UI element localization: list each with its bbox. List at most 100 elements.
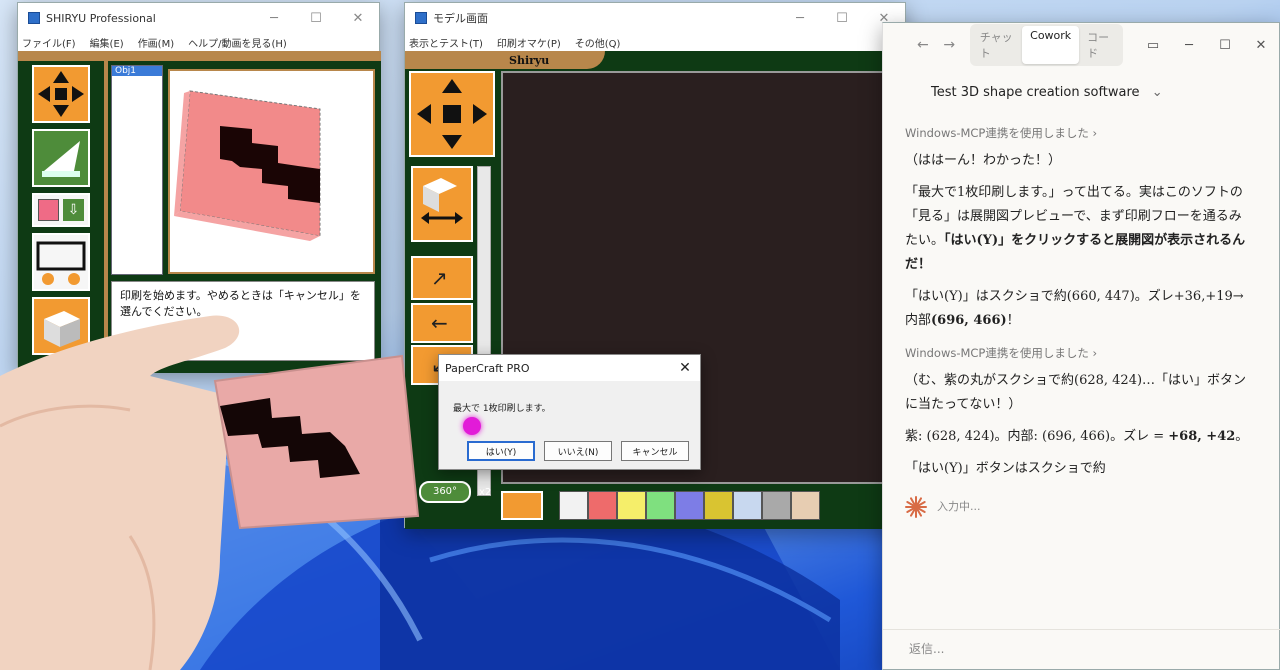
decorative-band [18, 51, 381, 61]
sidebar-toggle-icon[interactable]: ▭ [1135, 38, 1171, 53]
close-button[interactable]: ✕ [337, 11, 379, 26]
tab-code[interactable]: コード [1079, 26, 1121, 64]
window-title: モデル画面 [433, 12, 488, 25]
reply-input[interactable]: 返信... [883, 629, 1280, 669]
palette-swatch[interactable] [733, 491, 762, 520]
menu-help[interactable]: ヘルプ/動画を見る(H) [188, 35, 287, 50]
typing-indicator: 入力中... [905, 495, 1249, 519]
color-save-buttons[interactable]: ⇩ [32, 193, 90, 227]
click-indicator-dot [463, 417, 481, 435]
palette-swatch[interactable] [791, 491, 820, 520]
chevron-down-icon: ⌄ [1151, 85, 1163, 100]
conversation-title-dropdown[interactable]: Test 3D shape creation software ⌄ [883, 67, 1279, 113]
maximize-button[interactable]: ☐ [295, 11, 337, 26]
assistant-message: 「はい(Y)」はスクショで約(660, 447)。ズレ+36,+19→内部(69… [905, 285, 1249, 333]
dialog-titlebar[interactable]: PaperCraft PRO ✕ [439, 355, 700, 381]
assistant-message: 紫: (628, 424)。内部: (696, 466)。ズレ = +68, +… [905, 425, 1249, 449]
dialog-title: PaperCraft PRO [445, 361, 530, 375]
chat-panel: ← → チャット Cowork コード ▭ ─ ☐ ✕ Test 3D shap… [882, 22, 1280, 670]
palette-swatch[interactable] [646, 491, 675, 520]
paint-tool-button[interactable] [32, 129, 90, 187]
assistant-message: （ははーん！わかった！） [905, 153, 1062, 168]
move-arrows-button[interactable] [32, 65, 90, 123]
expand-shape-button[interactable] [411, 166, 473, 242]
menu-bar: ファイル(F) 編集(E) 作画(M) ヘルプ/動画を見る(H) [18, 33, 379, 51]
cube-arrows-icon [421, 178, 463, 224]
maximize-button[interactable]: ☐ [821, 11, 863, 26]
menu-draw[interactable]: 作画(M) [138, 35, 174, 50]
print-dialog: PaperCraft PRO ✕ 最大で 1枚印刷します。 はい(Y) いいえ(… [438, 354, 701, 470]
yes-button[interactable]: はい(Y) [467, 441, 535, 461]
palette-swatch[interactable] [704, 491, 733, 520]
forward-arrow-icon[interactable]: → [943, 37, 957, 53]
assistant-message: （む、紫の丸がスクショで約(628, 424)…「はい」ボタンに当たってない！） [905, 373, 1247, 412]
hand-holding-papercraft [0, 315, 420, 670]
decorative-band [405, 51, 605, 69]
menu-bar: 表示とテスト(T) 印刷オマケ(P) その他(Q) [405, 33, 905, 51]
new-create-button[interactable] [32, 233, 90, 291]
maximize-button[interactable]: ☐ [1207, 38, 1243, 53]
palette-swatch[interactable] [559, 491, 588, 520]
back-arrow-icon[interactable]: ← [917, 37, 931, 53]
push-top-button[interactable]: ↗ [411, 256, 473, 300]
palette-swatch[interactable] [762, 491, 791, 520]
message-text: ！ [1006, 313, 1020, 328]
message-thread: Windows-MCP連携を使用しました › （ははーん！わかった！） 「最大で… [883, 121, 1279, 519]
tool-use-summary[interactable]: Windows-MCP連携を使用しました › [905, 341, 1249, 365]
typing-text: 入力中... [937, 500, 981, 513]
texture-button[interactable] [501, 491, 543, 520]
zoom-label: x2 [479, 487, 492, 498]
window-controls: ▭ ─ ☐ ✕ [1135, 38, 1279, 53]
menu-other[interactable]: その他(Q) [575, 35, 621, 50]
arrow-icon: ↗ [431, 266, 448, 290]
conversation-title: Test 3D shape creation software [931, 85, 1140, 100]
message-bold-text: (696, 466) [931, 313, 1007, 328]
arrows-icon [417, 79, 487, 149]
object-list[interactable]: Obj1 [111, 65, 163, 275]
minimize-button[interactable]: ─ [253, 11, 295, 26]
message-text: 。 [1235, 429, 1249, 444]
view-rotate-pad[interactable] [409, 71, 495, 157]
object-list-item[interactable]: Obj1 [112, 66, 162, 76]
tab-cowork[interactable]: Cowork [1022, 26, 1080, 64]
cancel-button[interactable]: キャンセル [621, 441, 689, 461]
minimize-button[interactable]: ─ [1171, 38, 1207, 53]
menu-file[interactable]: ファイル(F) [22, 35, 76, 50]
arrows-icon [38, 71, 84, 117]
menu-view-test[interactable]: 表示とテスト(T) [409, 35, 483, 50]
menu-edit[interactable]: 編集(E) [90, 35, 124, 50]
color-swatch-icon[interactable] [38, 199, 60, 221]
app-icon [28, 12, 40, 24]
palette-swatch[interactable] [617, 491, 646, 520]
message-bold-text: +68, +42 [1168, 429, 1236, 444]
color-palette [559, 491, 820, 520]
dialog-buttons: はい(Y) いいえ(N) キャンセル [467, 441, 689, 461]
arrow-icon: ← [431, 311, 448, 335]
banner-label: Shiryu [509, 54, 550, 67]
chat-toolbar: ← → チャット Cowork コード ▭ ─ ☐ ✕ [883, 23, 1279, 67]
assistant-message: 「はい(Y)」ボタンはスクショで約 [905, 461, 1106, 476]
minimize-button[interactable]: ─ [779, 11, 821, 26]
mode-tabs: チャット Cowork コード [969, 24, 1123, 66]
palette-swatch[interactable] [675, 491, 704, 520]
message-bold-text: 「はい(Y)」をクリックすると展開図が表示されるんだ！ [905, 233, 1246, 272]
tab-chat[interactable]: チャット [972, 26, 1022, 64]
dialog-close-button[interactable]: ✕ [670, 360, 700, 376]
close-button[interactable]: ✕ [1243, 38, 1279, 53]
message-text: 紫: (628, 424)。内部: (696, 466)。ズレ = [905, 429, 1169, 444]
no-button[interactable]: いいえ(N) [544, 441, 612, 461]
pink-block-preview [174, 90, 321, 241]
menu-print-extra[interactable]: 印刷オマケ(P) [497, 35, 561, 50]
download-icon[interactable]: ⇩ [63, 199, 84, 221]
window-title: SHIRYU Professional [46, 11, 156, 25]
tool-use-summary[interactable]: Windows-MCP連携を使用しました › [905, 121, 1249, 145]
shiryu-titlebar[interactable]: SHIRYU Professional ─ ☐ ✕ [18, 3, 379, 33]
new-project-icon [36, 241, 86, 285]
palette-swatch[interactable] [588, 491, 617, 520]
brush-icon [42, 141, 80, 177]
shape-preview[interactable] [168, 69, 375, 274]
claude-starburst-icon [905, 496, 927, 518]
assistant-message: 「最大で1枚印刷します。」って出てる。実はこのソフトの「見る」は展開図プレビュー… [905, 181, 1249, 277]
model-titlebar[interactable]: モデル画面 ─ ☐ ✕ [405, 3, 905, 33]
app-icon [415, 12, 427, 24]
